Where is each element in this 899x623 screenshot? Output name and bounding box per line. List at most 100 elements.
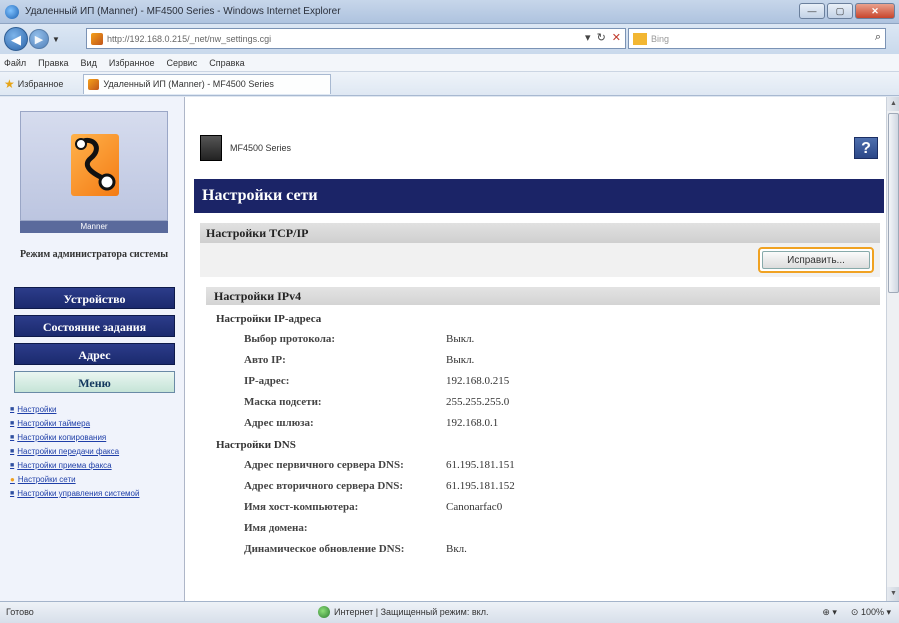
- setting-row: Имя домена:: [216, 518, 836, 539]
- forward-button[interactable]: ▶: [29, 29, 49, 49]
- bullet-icon: ■: [10, 406, 15, 413]
- sidebar-links: ■ Настройки ■ Настройки таймера ■ Настройки…: [10, 405, 180, 503]
- favorites-bar: ★ Избранное Удаленный ИП (Manner) - MF45…: [0, 72, 899, 96]
- setting-value: Вкл.: [446, 543, 467, 555]
- menu-edit[interactable]: Правка: [38, 58, 68, 68]
- tab-title: Удаленный ИП (Manner) - MF4500 Series: [103, 79, 274, 89]
- search-icon[interactable]: ⌕: [875, 31, 881, 44]
- menu-tools[interactable]: Сервис: [166, 58, 197, 68]
- setting-value: 192.168.0.215: [446, 375, 510, 387]
- main-content: MF4500 Series ? Настройки сети Настройки…: [186, 97, 886, 601]
- sidebar: Manner Режим администратора системы Устр…: [0, 97, 185, 601]
- sidebar-link-timer[interactable]: ■ Настройки таймера: [10, 419, 180, 428]
- navigation-bar: ◀ ▶ ▼ http://192.168.0.215/_net/nw_setti…: [0, 24, 899, 54]
- address-dropdown-icon[interactable]: ▾: [585, 31, 591, 44]
- maximize-button[interactable]: ▢: [827, 3, 853, 19]
- refresh-icon[interactable]: ↻: [597, 31, 606, 44]
- setting-row: Выбор протокола: Выкл.: [216, 329, 836, 350]
- setting-row: Адрес шлюза: 192.168.0.1: [216, 413, 836, 434]
- sidebar-link-settings[interactable]: ■ Настройки: [10, 405, 180, 414]
- search-placeholder: Bing: [651, 33, 670, 44]
- globe-icon: [318, 606, 330, 618]
- help-icon[interactable]: ?: [854, 137, 878, 159]
- protected-mode-icon[interactable]: ⊕ ▾: [822, 607, 837, 618]
- favorites-label[interactable]: Избранное: [18, 79, 64, 89]
- window-controls: — ▢ ✕: [799, 3, 895, 19]
- page-title: Настройки сети: [194, 179, 884, 213]
- stop-icon[interactable]: ✕: [612, 31, 621, 44]
- vertical-scrollbar[interactable]: ▲ ▼: [886, 97, 899, 601]
- history-dropdown-icon[interactable]: ▼: [52, 35, 60, 44]
- address-text: http://192.168.0.215/_net/nw_settings.cg…: [107, 33, 272, 44]
- section-header: Настройки TCP/IP: [200, 223, 880, 243]
- page-viewport: Manner Режим администратора системы Устр…: [0, 97, 899, 601]
- ipv4-header: Настройки IPv4: [206, 287, 880, 305]
- model-name: MF4500 Series: [230, 143, 292, 153]
- scroll-thumb[interactable]: [888, 113, 899, 293]
- setting-value: 61.195.181.151: [446, 459, 515, 471]
- menu-help[interactable]: Справка: [209, 58, 244, 68]
- bullet-icon: ■: [10, 434, 15, 441]
- setting-row: Динамическое обновление DNS: Вкл.: [216, 539, 836, 560]
- edit-row: Исправить...: [200, 243, 880, 277]
- setting-value: 61.195.181.152: [446, 480, 515, 492]
- setting-row: Имя хост-компьютера: Canonarfac0: [216, 497, 836, 518]
- edit-button[interactable]: Исправить...: [758, 247, 874, 273]
- address-button[interactable]: Адрес: [14, 343, 175, 365]
- sidebar-link-fax-receive[interactable]: ■ Настройки приема факса: [10, 461, 180, 470]
- site-favicon-icon: [91, 32, 103, 45]
- setting-value: 192.168.0.1: [446, 417, 499, 429]
- group-title: Настройки IP-адреса: [216, 313, 322, 325]
- setting-value: Выкл.: [446, 354, 475, 366]
- dns-group: Настройки DNS Адрес первичного сервера D…: [216, 435, 836, 560]
- tab-favicon-icon: [88, 78, 100, 90]
- ip-address-group: Настройки IP-адреса Выбор протокола: Вык…: [216, 309, 836, 434]
- favorites-star-icon[interactable]: ★: [4, 77, 15, 91]
- search-input[interactable]: Bing ⌕: [628, 28, 886, 49]
- address-tools: ▾ ↻ ✕: [585, 31, 621, 44]
- printer-icon: [200, 135, 222, 161]
- device-button[interactable]: Устройство: [14, 287, 175, 309]
- setting-value: 255.255.255.0: [446, 396, 510, 408]
- setting-label: Адрес вторичного сервера DNS:: [244, 480, 404, 492]
- close-button[interactable]: ✕: [855, 3, 895, 19]
- setting-row: IP-адрес: 192.168.0.215: [216, 371, 836, 392]
- setting-label: Маска подсети:: [244, 396, 322, 408]
- setting-label: Авто IP:: [244, 354, 286, 366]
- setting-row: Адрес вторичного сервера DNS: 61.195.181…: [216, 476, 836, 497]
- remote-ui-logo-icon: [71, 134, 119, 196]
- setting-row: Адрес первичного сервера DNS: 61.195.181…: [216, 455, 836, 476]
- back-button[interactable]: ◀: [4, 27, 28, 51]
- menu-bar: Файл Правка Вид Избранное Сервис Справка: [0, 54, 899, 72]
- window-titlebar: Удаленный ИП (Manner) - MF4500 Series - …: [0, 0, 899, 24]
- setting-label: Имя хост-компьютера:: [244, 501, 359, 513]
- setting-row: Авто IP: Выкл.: [216, 350, 836, 371]
- job-status-button[interactable]: Состояние задания: [14, 315, 175, 337]
- admin-mode-label: Режим администратора системы: [19, 249, 169, 260]
- sidebar-link-system-management[interactable]: ■ Настройки управления системой: [10, 489, 180, 498]
- browser-tab[interactable]: Удаленный ИП (Manner) - MF4500 Series: [83, 73, 332, 94]
- bing-icon: [633, 32, 647, 45]
- group-title: Настройки DNS: [216, 439, 296, 451]
- setting-row: Маска подсети: 255.255.255.0: [216, 392, 836, 413]
- address-field[interactable]: http://192.168.0.215/_net/nw_settings.cg…: [86, 28, 626, 49]
- minimize-button[interactable]: —: [799, 3, 825, 19]
- sidebar-link-network[interactable]: ● Настройки сети: [10, 475, 180, 484]
- bullet-icon: ■: [10, 448, 15, 455]
- sidebar-link-fax-send[interactable]: ■ Настройки передачи факса: [10, 447, 180, 456]
- bullet-icon: ■: [10, 490, 15, 497]
- sidebar-logo: [20, 111, 168, 221]
- setting-label: Динамическое обновление DNS:: [244, 543, 405, 555]
- scroll-up-icon[interactable]: ▲: [887, 97, 899, 111]
- menu-button[interactable]: Меню: [14, 371, 175, 393]
- sidebar-link-copy[interactable]: ■ Настройки копирования: [10, 433, 180, 442]
- scroll-down-icon[interactable]: ▼: [887, 587, 899, 601]
- model-bar: MF4500 Series: [200, 135, 291, 161]
- menu-view[interactable]: Вид: [81, 58, 97, 68]
- menu-favorites[interactable]: Избранное: [109, 58, 155, 68]
- security-zone[interactable]: Интернет | Защищенный режим: вкл.: [318, 606, 488, 618]
- logo-caption: Manner: [20, 221, 168, 233]
- menu-file[interactable]: Файл: [4, 58, 26, 68]
- zoom-level[interactable]: ⊙ 100% ▾: [851, 607, 891, 618]
- setting-value: Canonarfac0: [446, 501, 503, 513]
